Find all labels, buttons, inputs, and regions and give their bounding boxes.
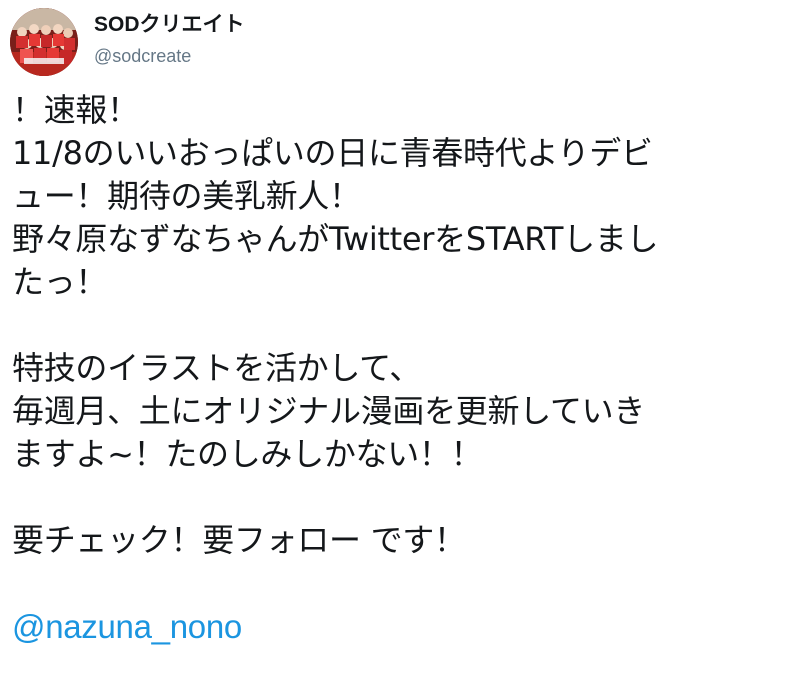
tweet-line: たっ！ xyxy=(12,263,108,301)
tweet-line: 特技のイラストを活かして、 xyxy=(12,349,421,387)
tweet-line: 毎週月、土にオリジナル漫画を更新していき xyxy=(12,392,646,430)
author-display-name[interactable]: SODクリエイト xyxy=(94,12,245,38)
avatar[interactable] xyxy=(10,8,78,76)
tweet: SODクリエイト @sodcreate ！速報！ 11/8のいいおっぱいの日に青… xyxy=(0,0,800,681)
tweet-line: ！速報！ xyxy=(12,91,139,129)
tweet-line: ますよ~！たのしみしかない！！ xyxy=(12,435,483,473)
author-names: SODクリエイト @sodcreate xyxy=(94,12,245,68)
group-photo-avatar-icon xyxy=(10,8,78,76)
tweet-text: ！速報！ 11/8のいいおっぱいの日に青春時代よりデビ ュー！期待の美乳新人！ … xyxy=(12,89,797,648)
tweet-header: SODクリエイト @sodcreate xyxy=(10,8,710,78)
tweet-line: 11/8のいいおっぱいの日に青春時代よりデビ xyxy=(12,134,653,172)
tweet-line: 野々原なずなちゃんがTwitterをSTARTしまし xyxy=(12,220,659,258)
tweet-line: ュー！期待の美乳新人！ xyxy=(12,177,361,215)
mention-link[interactable]: @nazuna_nono xyxy=(12,605,797,648)
author-handle[interactable]: @sodcreate xyxy=(94,44,245,68)
tweet-line: 要チェック！要フォロー です！ xyxy=(12,521,466,559)
